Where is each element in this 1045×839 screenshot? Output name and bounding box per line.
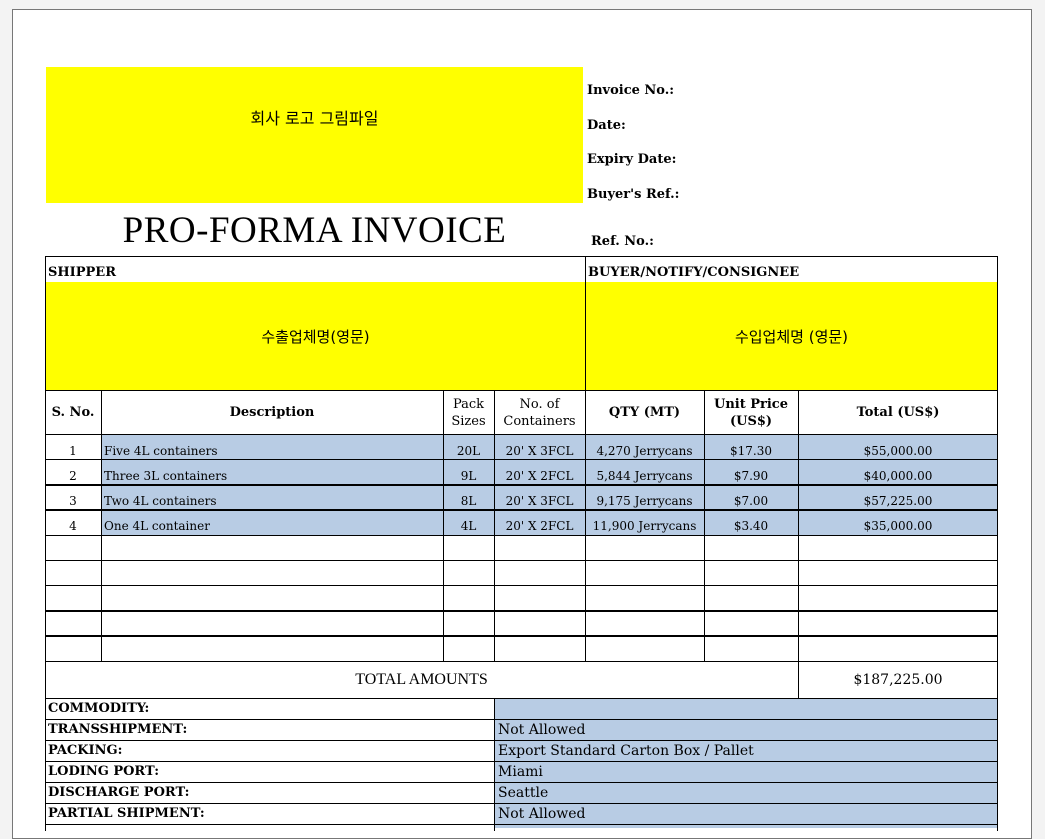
table-border <box>45 661 998 662</box>
item-description: Two 4L containers <box>104 493 217 508</box>
item-qty: 5,844 Jerrycans <box>596 468 693 483</box>
table-border <box>798 390 799 698</box>
table-border <box>45 635 998 637</box>
item-qty: 11,900 Jerrycans <box>592 518 697 533</box>
table-border <box>45 610 998 612</box>
col-total: Total (US$) <box>856 405 940 420</box>
item-sno: 1 <box>69 443 77 458</box>
item-total: $57,225.00 <box>863 493 933 508</box>
item-pack: 8L <box>460 493 477 508</box>
item-total: $40,000.00 <box>863 468 933 483</box>
col-description: Description <box>229 405 315 420</box>
table-border <box>494 390 495 661</box>
table-border <box>45 484 998 486</box>
item-pack: 20L <box>456 443 481 458</box>
item-unit-price: $7.00 <box>733 493 769 508</box>
item-unit-price: $17.30 <box>730 443 772 458</box>
item-total: $35,000.00 <box>863 518 933 533</box>
item-unit-price: $3.40 <box>733 518 769 533</box>
item-sno: 3 <box>69 493 77 508</box>
document-title: PRO-FORMA INVOICE <box>122 210 507 251</box>
table-border <box>443 390 444 661</box>
col-containers-line2: Containers <box>503 413 576 429</box>
item-pack: 4L <box>460 518 477 533</box>
ref-no-label: Ref. No.: <box>591 234 654 249</box>
item-sno: 4 <box>69 518 77 533</box>
item-sno: 2 <box>69 468 77 483</box>
buyers-ref-label: Buyer's Ref.: <box>587 187 680 202</box>
table-border <box>45 761 998 762</box>
discharge-port-label: DISCHARGE PORT: <box>48 785 190 800</box>
item-qty: 4,270 Jerrycans <box>596 443 693 458</box>
item-description: Three 3L containers <box>104 468 228 483</box>
table-border <box>45 509 998 511</box>
item-containers: 20' X 3FCL <box>505 493 574 508</box>
item-unit-price: $7.90 <box>733 468 769 483</box>
item-total: $55,000.00 <box>863 443 933 458</box>
col-pack-line2: Sizes <box>451 413 486 429</box>
item-containers: 20' X 3FCL <box>505 443 574 458</box>
item-description: One 4L container <box>104 518 210 533</box>
invoice-no-label: Invoice No.: <box>587 83 675 98</box>
table-border <box>45 803 998 804</box>
item-description: Five 4L containers <box>104 443 218 458</box>
table-border <box>101 390 102 661</box>
table-border <box>45 535 998 536</box>
table-border <box>45 719 998 720</box>
transshipment-label: TRANSSHIPMENT: <box>48 722 188 737</box>
table-border <box>45 256 46 831</box>
col-containers: No. of Containers <box>494 390 585 435</box>
item-pack: 9L <box>460 468 477 483</box>
table-border <box>494 698 495 831</box>
item-qty: 9,175 Jerrycans <box>596 493 693 508</box>
item-containers: 20' X 2FCL <box>505 468 574 483</box>
commodity-value <box>494 698 997 719</box>
col-containers-line1: No. of <box>519 396 560 412</box>
total-amounts-label: TOTAL AMOUNTS <box>355 670 488 688</box>
col-pack-line1: Pack <box>452 396 485 412</box>
table-border <box>45 256 998 257</box>
table-border <box>45 782 998 783</box>
partial-shipment-value: Not Allowed <box>498 806 586 822</box>
discharge-port-value: Seattle <box>498 785 549 801</box>
table-border <box>585 390 586 661</box>
table-border <box>45 459 998 460</box>
partial-shipment-label: PARTIAL SHIPMENT: <box>48 806 205 821</box>
table-border <box>45 740 998 741</box>
table-border <box>704 390 705 661</box>
table-border <box>585 256 586 390</box>
buyer-label: BUYER/NOTIFY/CONSIGNEE <box>588 265 800 280</box>
col-unit-price-line1: Unit Price <box>713 396 788 412</box>
buyer-name: 수입업체명 (영문) <box>586 282 997 390</box>
loading-port-value: Miami <box>498 764 543 780</box>
table-border <box>45 698 998 699</box>
table-border <box>45 824 998 825</box>
col-pack-sizes: Pack Sizes <box>443 390 494 435</box>
col-sno: S. No. <box>51 405 95 420</box>
table-border <box>45 434 998 435</box>
item-containers: 20' X 2FCL <box>505 518 574 533</box>
table-border <box>45 560 998 561</box>
table-border <box>997 256 998 831</box>
loading-port-label: LODING PORT: <box>48 764 160 779</box>
shipper-name: 수출업체명(영문) <box>46 282 585 390</box>
company-logo-placeholder: 회사 로고 그림파일 <box>46 67 583 203</box>
table-border <box>45 390 998 391</box>
table-border <box>45 585 998 586</box>
packing-value: Export Standard Carton Box / Pallet <box>498 743 754 759</box>
transshipment-value: Not Allowed <box>498 722 586 738</box>
expiry-date-label: Expiry Date: <box>587 152 677 167</box>
packing-label: PACKING: <box>48 743 123 758</box>
total-amounts-value: $187,225.00 <box>853 671 943 688</box>
shipper-label: SHIPPER <box>48 265 117 280</box>
col-qty: QTY (MT) <box>608 405 681 420</box>
col-unit-price: Unit Price (US$) <box>704 390 798 435</box>
commodity-label: COMMODITY: <box>48 701 150 716</box>
col-unit-price-line2: (US$) <box>729 413 773 429</box>
date-label: Date: <box>587 118 626 133</box>
